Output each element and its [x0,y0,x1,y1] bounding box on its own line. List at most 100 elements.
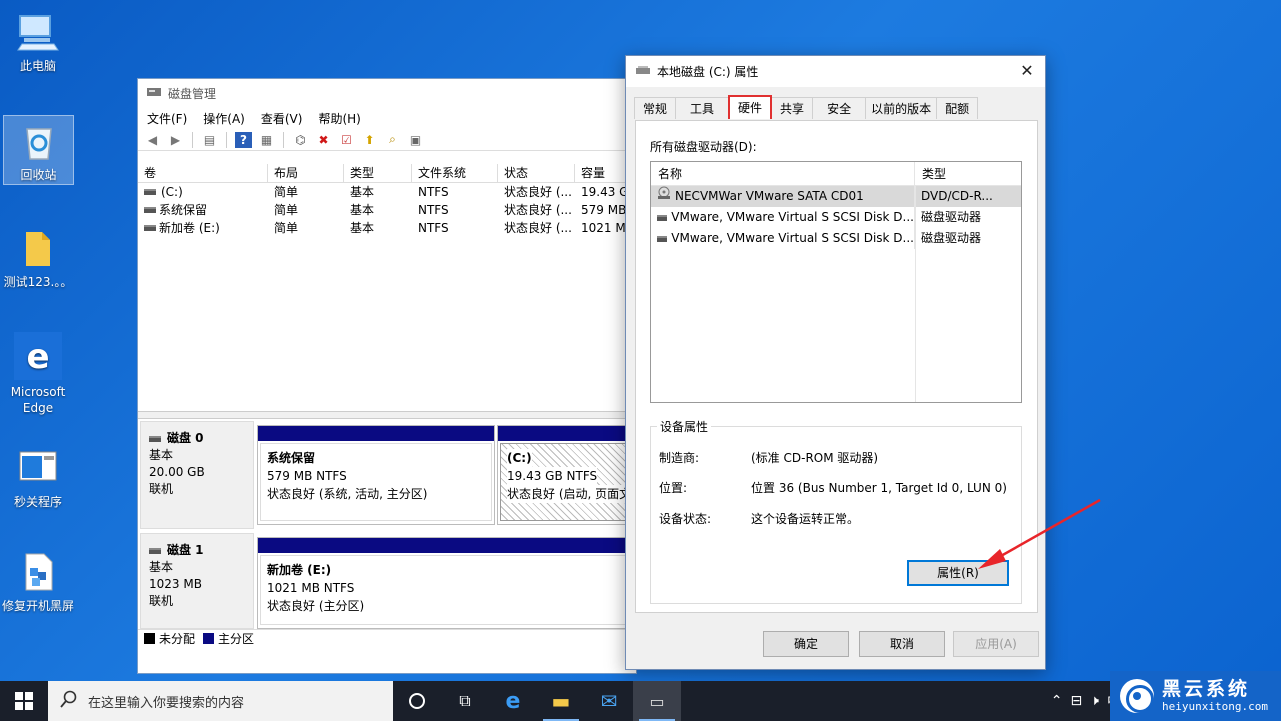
desktop-icon-label: 测试123.。。 [3,275,73,289]
volume-name: (C:) [161,185,183,199]
volume-icon[interactable]: 🕨 [1090,693,1099,709]
properties-view-icon[interactable]: ▦ [258,132,275,148]
list-item[interactable]: NECVMWar VMware SATA CD01 DVD/CD-R... [651,186,1021,207]
search-icon[interactable]: ⌕ [384,132,401,148]
location-label: 位置: [659,481,688,495]
menu-action[interactable]: 操作(A) [203,110,245,127]
partition-name: (C:) [507,449,532,467]
table-cell: NTFS [418,203,449,217]
tab-general[interactable]: 常规 [634,97,677,119]
desktop-icon-label: Microsoft Edge [10,385,66,415]
table-cell: 状态良好 (... [504,221,572,235]
column-header-name[interactable]: 名称 [651,162,915,185]
table-cell: 基本 [350,221,375,235]
menu-help[interactable]: 帮助(H) [318,110,360,127]
column-header[interactable]: 布局 [268,164,344,182]
partition-status: 状态良好 (主分区) [267,599,365,613]
drive-icon [144,225,156,231]
taskbar-disk-management[interactable]: ▭ [633,681,681,721]
cortana-button[interactable] [393,681,441,721]
partition-legend: 未分配 主分区 [138,629,638,647]
desktop-icon-repair[interactable]: 修复开机黑屏 [0,550,76,614]
folder-icon: ▬ [551,689,571,713]
taskbar-search-box[interactable]: 在这里输入你要搜索的内容 [48,681,393,721]
column-header-type[interactable]: 类型 [915,162,1021,185]
ok-button[interactable]: 确定 [763,631,849,657]
desktop-icon-program[interactable]: 秒关程序 [0,446,76,510]
column-header[interactable]: 文件系统 [412,164,498,182]
column-header[interactable]: 类型 [344,164,412,182]
table-cell: NTFS [418,221,449,235]
tab-quota[interactable]: 配额 [936,97,979,119]
disk-icon [149,547,161,554]
connect-icon[interactable]: ⌬ [292,132,309,148]
drive-type: 磁盘驱动器 [921,231,982,245]
drives-list[interactable]: 名称 类型 NECVMWar VMware SATA CD01 DVD/CD-R… [650,161,1022,403]
table-row[interactable]: 新加卷 (E:) 简单 基本 NTFS 状态良好 (... 1021 M [138,219,638,237]
check-icon[interactable]: ☑ [338,132,355,148]
list-header: 名称 类型 [651,162,1021,186]
disk-management-icon [146,85,162,102]
list-item[interactable]: VMware, VMware Virtual S SCSI Disk D... … [651,228,1021,249]
desktop-icon-folder[interactable]: 测试123.。。 [0,226,76,290]
partition-e[interactable]: 新加卷 (E:) 1021 MB NTFS 状态良好 (主分区) [257,537,638,629]
desktop-icon-label: 秒关程序 [13,495,62,509]
column-header[interactable]: 状态 [498,164,575,182]
toolbar: ◀ ▶ ▤ ? ▦ ⌬ ✖ ☑ ⬆ ⌕ ▣ [138,129,636,151]
volume-name: 新加卷 (E:) [159,221,220,235]
tab-previous-versions[interactable]: 以前的版本 [865,97,938,119]
title-bar: 磁盘管理 [138,79,636,107]
disk-0-label[interactable]: 磁盘 0 基本 20.00 GB 联机 [140,421,254,529]
desktop-icon-label: 修复开机黑屏 [1,599,74,613]
status-label: 设备状态: [659,512,712,526]
taskbar: 在这里输入你要搜索的内容 ⧉ e ▬ ✉ ▭ ⌃ ⊟ 🕨 中 [0,681,1281,721]
volume-table-header: 卷 布局 类型 文件系统 状态 容量 [138,164,638,183]
up-arrow-icon[interactable]: ⬆ [361,132,378,148]
tab-hardware[interactable]: 硬件 [728,95,773,119]
taskbar-file-explorer[interactable]: ▬ [537,681,585,721]
cancel-button[interactable]: 取消 [859,631,945,657]
close-icon[interactable]: ✕ [1015,60,1039,82]
pane-splitter[interactable] [138,411,638,419]
menu-file[interactable]: 文件(F) [147,110,187,127]
network-icon[interactable]: ⊟ [1070,693,1082,709]
desktop-icon-label: 回收站 [20,168,57,182]
disk-size: 20.00 GB [149,465,205,479]
taskbar-edge[interactable]: e [489,681,537,721]
tab-tools[interactable]: 工具 [675,97,730,119]
desktop-icon-this-pc[interactable]: 此电脑 [0,10,76,76]
windows-icon [15,692,33,710]
partition-c[interactable]: (C:) 19.43 GB NTFS 状态良好 (启动, 页面文 [497,425,638,525]
table-row[interactable]: (C:) 简单 基本 NTFS 状态良好 (... 19.43 G [138,183,638,201]
chevron-up-icon[interactable]: ⌃ [1051,693,1063,709]
task-view-button[interactable]: ⧉ [441,681,489,721]
list-item[interactable]: VMware, VMware Virtual S SCSI Disk D... … [651,207,1021,228]
computer-icon [16,10,60,54]
partition-name: 系统保留 [267,451,316,465]
settings-panel-icon[interactable]: ▣ [407,132,424,148]
disk-layout-pane: 磁盘 0 基本 20.00 GB 联机 系统保留 579 MB NTFS 状态良… [138,419,638,649]
partition-system-reserved[interactable]: 系统保留 579 MB NTFS 状态良好 (系统, 活动, 主分区) [257,425,495,525]
menu-view[interactable]: 查看(V) [261,110,303,127]
back-arrow-icon[interactable]: ◀ [144,132,161,148]
all-drives-label: 所有磁盘驱动器(D): [650,140,757,154]
help-icon[interactable]: ? [235,131,252,148]
primary-partition-bar [258,426,494,441]
installer-icon [16,550,60,594]
table-row[interactable]: 系统保留 简单 基本 NTFS 状态良好 (... 579 MB [138,201,638,219]
forward-arrow-icon[interactable]: ▶ [167,132,184,148]
apply-button[interactable]: 应用(A) [953,631,1039,657]
delete-icon[interactable]: ✖ [315,132,332,148]
menu-bar: 文件(F) 操作(A) 查看(V) 帮助(H) [138,107,636,129]
start-button[interactable] [0,681,48,721]
disk-1-label[interactable]: 磁盘 1 基本 1023 MB 联机 [140,533,254,629]
desktop-icon-recycle-bin[interactable]: 回收站 [3,115,74,185]
taskbar-mail[interactable]: ✉ [585,681,633,721]
desktop-icon-edge[interactable]: e Microsoft Edge [0,332,76,416]
column-header[interactable]: 卷 [138,164,268,182]
partition-status: 状态良好 (启动, 页面文 [507,485,632,503]
list-view-icon[interactable]: ▤ [201,132,218,148]
tab-sharing[interactable]: 共享 [771,97,814,119]
tab-security[interactable]: 安全 [812,97,867,119]
partition-size: 579 MB NTFS [267,469,347,483]
